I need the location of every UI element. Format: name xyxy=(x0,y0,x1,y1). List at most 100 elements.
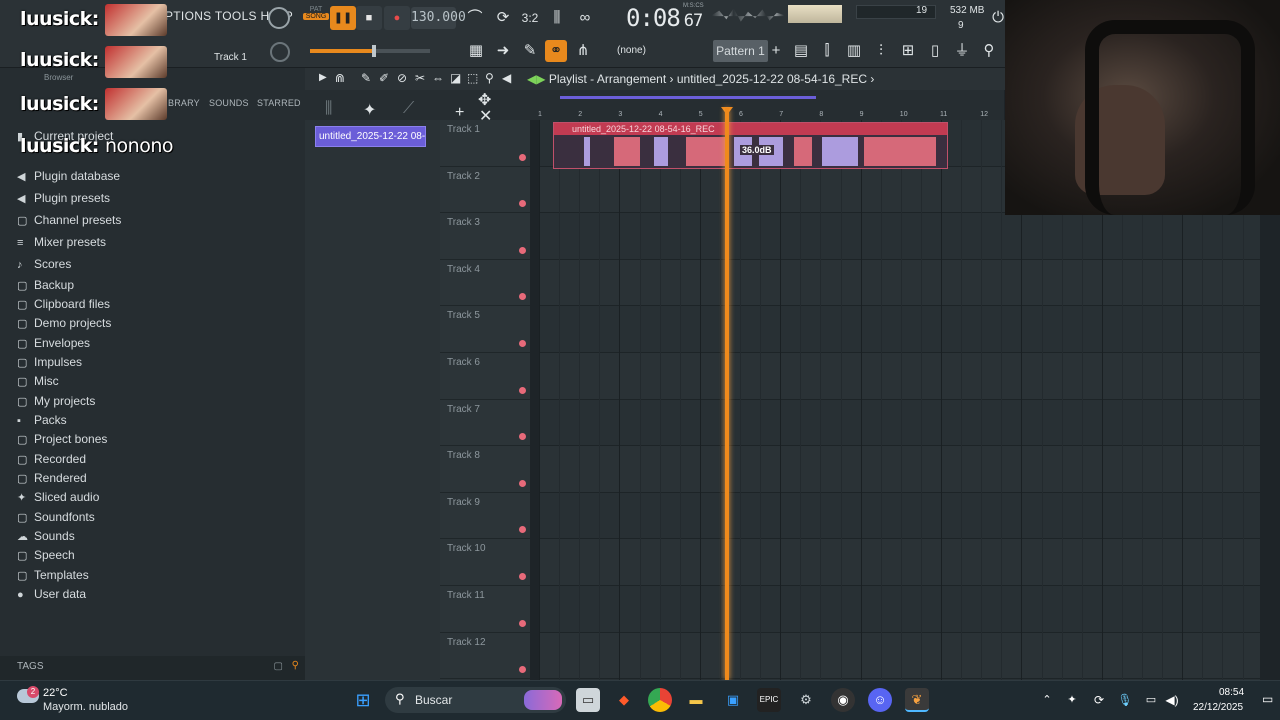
task-view-icon[interactable]: ▭ xyxy=(576,688,600,712)
mute-icon[interactable]: ✂ xyxy=(415,71,425,85)
store-icon[interactable]: ▣ xyxy=(721,688,745,712)
browser-item[interactable]: ▢ Recorded xyxy=(17,450,86,468)
record-arm-icon[interactable] xyxy=(519,386,526,394)
record-arm-icon[interactable] xyxy=(519,619,526,627)
pitch-knob[interactable] xyxy=(270,42,290,62)
record-button[interactable]: ● xyxy=(384,6,410,30)
magnet-icon[interactable]: ⋒ xyxy=(335,71,345,85)
slice-icon[interactable]: ◪ xyxy=(450,71,461,85)
loop-record-icon[interactable]: ∞ xyxy=(574,7,596,29)
brave-icon[interactable]: ◆ xyxy=(612,688,636,712)
countdown-icon[interactable]: 3:2 xyxy=(519,7,541,29)
metronome-icon[interactable]: ⌒ xyxy=(464,7,486,29)
record-arm-icon[interactable] xyxy=(519,526,526,534)
browser-item[interactable]: ♪ Scores xyxy=(17,255,71,273)
browser-item[interactable]: ▢ Speech xyxy=(17,546,75,564)
fl-studio-icon[interactable]: ❦ xyxy=(905,688,929,712)
browser-item[interactable]: ▢ Demo projects xyxy=(17,314,111,332)
grid-row[interactable] xyxy=(539,306,1260,353)
song-scrollbar[interactable] xyxy=(560,96,816,99)
record-arm-icon[interactable] xyxy=(519,479,526,487)
track-header[interactable]: Track 11 xyxy=(440,586,530,633)
tab-starred[interactable]: STARRED xyxy=(257,98,301,108)
pat-song-toggle[interactable]: PAT SONG xyxy=(303,6,329,30)
browser-item[interactable]: ◀ Plugin presets xyxy=(17,189,110,207)
track-header[interactable]: Track 8 xyxy=(440,446,530,493)
tab-sounds[interactable]: SOUNDS xyxy=(209,98,249,108)
grid-row[interactable] xyxy=(539,586,1260,633)
browser-item[interactable]: ✦ Sliced audio xyxy=(17,488,99,506)
clock-date[interactable]: 22/12/2025 xyxy=(1193,702,1243,713)
browser-item[interactable]: ◀ Plugin database xyxy=(17,167,120,185)
picker-piano-icon[interactable]: ⫼ xyxy=(325,100,332,118)
browser-item[interactable]: ▢ Backup xyxy=(17,276,74,294)
windows-start-icon[interactable]: ⊞ xyxy=(351,688,375,712)
record-arm-icon[interactable] xyxy=(519,246,526,254)
play-arrow-icon[interactable]: ▶ xyxy=(319,72,327,83)
search-icon[interactable]: ⚲ xyxy=(292,660,299,671)
link-icon[interactable]: ⚭ xyxy=(545,40,567,62)
browser-item[interactable]: ▢ Rendered xyxy=(17,469,87,487)
channel-rack-icon[interactable]: ⫿ xyxy=(816,40,838,62)
picker-auto-icon[interactable]: ⟋ xyxy=(403,100,414,118)
browser-item[interactable]: ● User data xyxy=(17,585,86,603)
taskbar-search[interactable]: ⚲ Buscar xyxy=(385,687,566,713)
tab-library[interactable]: BRARY xyxy=(168,98,200,108)
grid-row[interactable] xyxy=(539,213,1260,260)
plugin-icon[interactable]: ⊞ xyxy=(897,40,919,62)
browser-item[interactable]: ▢ My projects xyxy=(17,392,95,410)
pencil-tool-icon[interactable]: ✎ xyxy=(361,71,371,85)
speaker-icon[interactable]: ◀ xyxy=(502,71,511,85)
track-header[interactable]: Track 9 xyxy=(440,493,530,540)
file-explorer-icon[interactable]: ▬ xyxy=(684,688,708,712)
snap-icon[interactable]: ⋔ xyxy=(572,40,594,62)
wait-icon[interactable]: ⟳ xyxy=(492,7,514,29)
browser-item[interactable]: ▢ Misc xyxy=(17,372,59,390)
help-icon[interactable]: ⚲ xyxy=(978,40,1000,62)
playhead[interactable] xyxy=(725,108,729,680)
steam-icon[interactable]: ⚙ xyxy=(794,688,818,712)
scroll-arrow-icon[interactable]: ✥ xyxy=(478,90,491,110)
stop-button[interactable]: ■ xyxy=(356,6,382,30)
grid-row[interactable] xyxy=(539,259,1260,307)
tray-app-icon[interactable]: ✦ xyxy=(1060,688,1084,712)
track-header[interactable]: Track 10 xyxy=(440,539,530,586)
piano-roll-icon[interactable]: ▦ xyxy=(465,40,487,62)
browser-item[interactable]: ▢ Channel presets xyxy=(17,211,121,229)
tray-chevron-icon[interactable]: ⌃ xyxy=(1035,688,1059,712)
file-icon[interactable]: ▯ xyxy=(924,40,946,62)
tempo-display[interactable]: 130.000 xyxy=(411,7,466,29)
notifications-icon[interactable]: ▭ xyxy=(1262,692,1273,706)
delete-icon[interactable]: ⊘ xyxy=(397,71,407,85)
browser-item[interactable]: ▢ Project bones xyxy=(17,430,107,448)
clock-time[interactable]: 08:54 xyxy=(1219,687,1244,698)
grid-row[interactable] xyxy=(539,353,1260,400)
chrome-icon[interactable] xyxy=(648,688,672,712)
add-pattern-icon[interactable]: + xyxy=(765,40,787,62)
browser-item[interactable]: ▢ Impulses xyxy=(17,353,82,371)
epic-games-icon[interactable]: EPIC xyxy=(757,688,781,712)
browser-item[interactable]: ☁ Sounds xyxy=(17,527,75,545)
song-position-clock[interactable]: 0:08 67 xyxy=(626,4,703,32)
zoom-icon[interactable]: ⚲ xyxy=(485,71,494,85)
record-arm-icon[interactable] xyxy=(519,339,526,347)
record-arm-icon[interactable] xyxy=(519,153,526,161)
tray-sync-icon[interactable]: ⟳ xyxy=(1087,688,1111,712)
grid-row[interactable] xyxy=(539,446,1260,493)
grid-row[interactable] xyxy=(539,492,1260,540)
track-header[interactable]: Track 7 xyxy=(440,400,530,447)
grid-row[interactable] xyxy=(539,539,1260,586)
timeline-ruler[interactable]: 1 2 3 4 5 6 7 8 9 10 11 12 xyxy=(530,90,1004,120)
picker-clip[interactable]: untitled_2025-12-22 08-... xyxy=(315,126,426,147)
playlist-window-icon[interactable]: ▤ xyxy=(790,40,812,62)
track-header[interactable]: Track 6 xyxy=(440,353,530,400)
microphone-icon[interactable]: 🎙 xyxy=(1113,688,1137,712)
pause-button[interactable]: ❚❚ xyxy=(330,6,356,30)
snap-value[interactable]: (none) xyxy=(617,45,646,56)
track-header[interactable]: Track 4 xyxy=(440,260,530,307)
record-arm-icon[interactable] xyxy=(519,293,526,301)
track-header[interactable]: Track 1 xyxy=(440,120,530,167)
track-header[interactable]: Track 2 xyxy=(440,167,530,214)
record-arm-icon[interactable] xyxy=(519,666,526,674)
picker-audio-icon[interactable]: ✦ xyxy=(363,100,376,120)
